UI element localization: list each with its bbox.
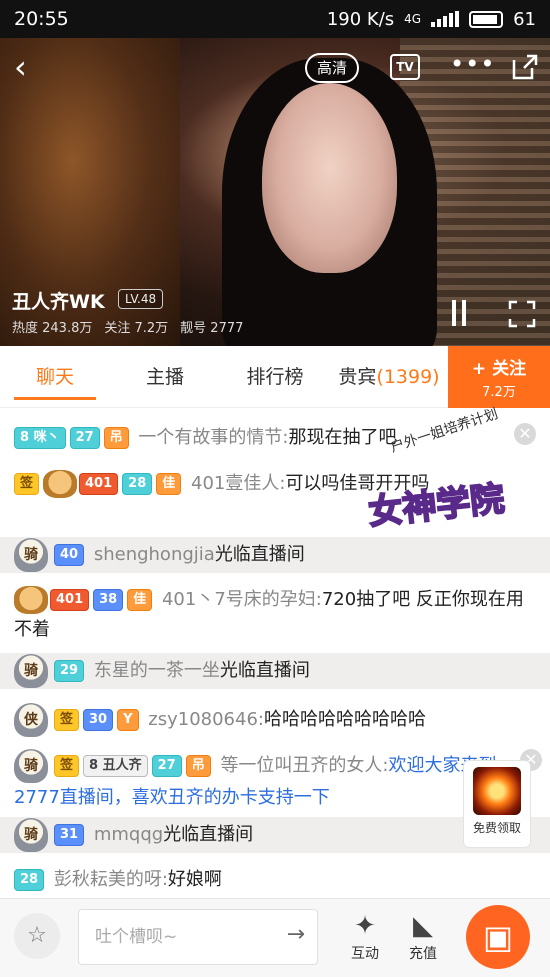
free-claim-ad[interactable]: 免费领取 (463, 760, 531, 848)
join-text: 光临直播间 (219, 660, 310, 681)
followers-stat: 关注 7.2万 (104, 321, 169, 336)
send-arrow-icon[interactable]: → (287, 922, 305, 947)
goddess-academy-promo[interactable]: 户外一姐培养计划 女神学院 (366, 406, 528, 550)
chat-text: 哈哈哈哈哈哈哈哈哈 (263, 709, 426, 730)
streamer-name[interactable]: 丑人齐WK (12, 287, 105, 314)
tab-streamer[interactable]: 主播 (110, 346, 220, 408)
join-notice: 骑 29 东星的一茶一坐光临直播间 (0, 653, 550, 689)
recharge-icon: ◣ (413, 911, 433, 941)
chat-message: 骑签8 丑人齐 27 吊 等一位叫丑齐的女人:欢迎大家来到2777直播间，喜欢丑齐的… (14, 749, 540, 813)
sign-badge: 签 (54, 709, 80, 731)
chat-username[interactable]: 东星的一茶一坐 (94, 660, 220, 681)
chat-username[interactable]: 彭秋耘美的呀: (54, 869, 168, 890)
fan-club-badge: 401 (50, 589, 90, 611)
heat-stat: 热度 243.8万 (12, 321, 93, 336)
more-icon[interactable]: ••• (450, 50, 495, 78)
chat-username[interactable]: shenghongjia (94, 544, 215, 565)
level-badge: 40 (54, 544, 85, 566)
quality-button[interactable]: 高清 (305, 53, 360, 83)
recharge-button[interactable]: ◣ 充值 (398, 909, 448, 963)
ad-label: 免费领取 (472, 821, 521, 835)
interact-label: 互动 (351, 946, 379, 962)
fan-badge: 8 丑人齐 (83, 755, 148, 777)
fan-club-badge: 401 (79, 473, 119, 495)
status-time: 20:55 (14, 8, 69, 30)
sign-badge: 签 (14, 473, 40, 495)
level-badge: 28 (122, 473, 153, 495)
hero-badge-icon: 侠 (14, 703, 48, 737)
title-badge: Y (117, 709, 139, 731)
back-icon[interactable]: ‹ (14, 50, 44, 86)
battery-level: 61 (513, 8, 536, 30)
chat-text: 好娘啊 (167, 869, 222, 890)
chat-message: 侠签 30 Y zsy1080646:哈哈哈哈哈哈哈哈哈 (14, 703, 540, 737)
join-text: 光临直播间 (214, 544, 305, 565)
knight-badge-icon: 骑 (14, 749, 48, 783)
chat-username[interactable]: 401丶7号床的孕妇: (162, 589, 322, 610)
chat-username[interactable]: 等一位叫丑齐的女人: (220, 755, 388, 776)
level-badge: 30 (83, 709, 114, 731)
bottom-input-bar: ☆ → ✦ 互动 ◣ 充值 ▣ (0, 898, 550, 977)
chat-message: 401 38 佳 401丶7号床的孕妇:720抽了吧 反正你现在用不着 (14, 585, 540, 645)
doge-avatar-icon (14, 586, 48, 614)
streamer-level-badge: LV.48 (118, 289, 164, 309)
emoji-icon[interactable]: ☆ (14, 913, 60, 959)
comment-input[interactable] (79, 910, 269, 964)
chat-username[interactable]: zsy1080646: (148, 709, 264, 730)
tab-vip[interactable]: 贵宾(1399) (330, 346, 448, 408)
follow-button[interactable]: + 关注 7.2万 (448, 346, 550, 408)
status-indicators: 190 K/s 4G 61 (327, 9, 536, 30)
chat-username[interactable]: mmqqg (94, 824, 163, 845)
level-badge: 27 (151, 755, 182, 777)
network-speed: 190 K/s (326, 8, 395, 30)
follow-label: + 关注 (471, 359, 527, 379)
pause-icon[interactable] (452, 300, 472, 326)
status-bar: 20:55 190 K/s 4G 61 (0, 0, 550, 38)
game-ad-icon (473, 767, 521, 815)
doge-avatar-icon (43, 470, 78, 498)
room-tabs: 聊天 主播 排行榜 贵宾(1399) + 关注 7.2万 (0, 346, 550, 408)
fullscreen-icon[interactable] (508, 300, 536, 328)
follow-count: 7.2万 (482, 385, 516, 400)
title-badge: 佳 (156, 473, 182, 495)
tv-cast-button[interactable]: TV (390, 54, 420, 80)
gift-icon[interactable]: ▣ (466, 905, 530, 969)
join-text: 光临直播间 (163, 824, 254, 845)
recharge-label: 充值 (409, 946, 437, 962)
fan-badge: 8 咪丶 (14, 427, 66, 449)
knight-badge-icon: 骑 (14, 818, 48, 852)
level-badge: 27 (69, 427, 100, 449)
tab-ranking[interactable]: 排行榜 (220, 346, 330, 408)
title-badge: 吊 (103, 427, 129, 449)
signal-icon (431, 11, 460, 27)
party-popper-icon: ✦ (354, 911, 376, 941)
chat-username[interactable]: 一个有故事的情节: (138, 427, 288, 448)
chat-username[interactable]: 401壹佳人: (191, 473, 285, 494)
promo-title: 女神学院 (366, 478, 507, 534)
battery-icon (469, 10, 504, 28)
room-id-stat: 靓号 2777 (180, 321, 244, 336)
interact-button[interactable]: ✦ 互动 (340, 909, 390, 963)
level-badge: 29 (54, 660, 85, 682)
title-badge: 吊 (185, 755, 211, 777)
sign-badge: 签 (54, 755, 80, 777)
vip-count: (1399) (376, 365, 440, 388)
knight-badge-icon: 骑 (14, 654, 48, 688)
knight-badge-icon: 骑 (14, 538, 48, 572)
video-streamer-face (262, 83, 397, 273)
streamer-stats: 热度 243.8万 关注 7.2万 靓号 2777 (12, 317, 243, 336)
level-badge: 31 (54, 824, 85, 846)
level-badge: 28 (14, 869, 45, 891)
tab-chat[interactable]: 聊天 (0, 346, 110, 408)
level-badge: 38 (93, 589, 124, 611)
network-type: 4G (404, 12, 422, 26)
comment-input-box: → (78, 909, 318, 965)
title-badge: 佳 (127, 589, 153, 611)
video-top-controls: ‹ 高清 TV ••• (0, 50, 550, 86)
chat-message: 28 彭秋耘美的呀:好娘啊 (14, 865, 540, 895)
share-icon[interactable] (510, 52, 540, 82)
